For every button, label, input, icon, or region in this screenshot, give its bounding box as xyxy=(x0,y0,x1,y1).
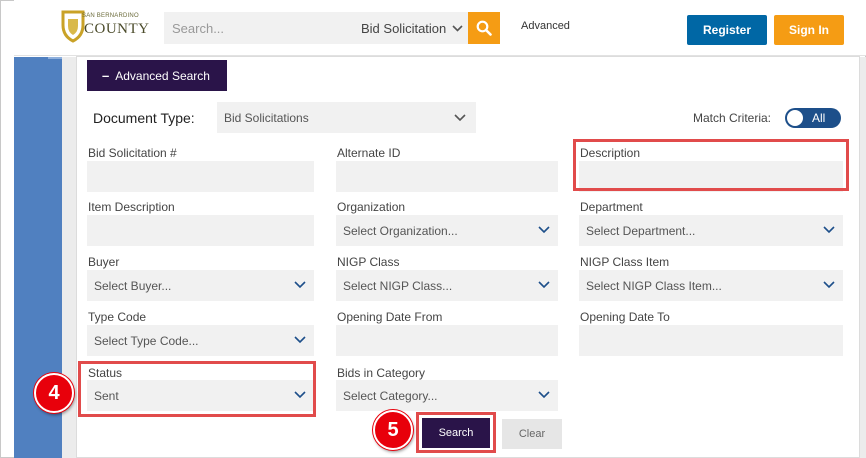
sign-in-button[interactable]: Sign In xyxy=(774,15,844,45)
chevron-down-icon xyxy=(538,226,550,234)
bids-in-category-label: Bids in Category xyxy=(337,366,426,380)
chevron-down-icon xyxy=(538,391,550,399)
organization-select[interactable]: Select Organization... xyxy=(336,215,558,246)
advanced-search-toggle[interactable]: – Advanced Search xyxy=(87,60,227,91)
search-type-select[interactable]: Bid Solicitation xyxy=(356,12,468,44)
minus-icon: – xyxy=(102,68,110,83)
match-criteria-toggle[interactable]: All xyxy=(785,108,841,128)
step-4-badge: 4 xyxy=(34,373,74,413)
nigp-class-label: NIGP Class xyxy=(337,255,400,269)
chevron-down-icon xyxy=(452,24,463,32)
search-icon xyxy=(476,20,492,36)
chevron-down-icon xyxy=(538,281,550,289)
document-type-value: Bid Solicitations xyxy=(224,110,309,125)
match-criteria-value: All xyxy=(812,111,826,125)
nigp-class-item-value: Select NIGP Class Item... xyxy=(586,278,722,293)
logo-big-text: COUNTY xyxy=(84,21,150,37)
opening-date-from-label: Opening Date From xyxy=(337,310,443,324)
search-type-value: Bid Solicitation xyxy=(361,20,447,36)
department-value: Select Department... xyxy=(586,223,696,238)
bids-in-category-value: Select Category... xyxy=(343,388,438,403)
document-type-select[interactable]: Bid Solicitations xyxy=(217,102,476,133)
buyer-value: Select Buyer... xyxy=(94,278,172,293)
nigp-class-value: Select NIGP Class... xyxy=(343,278,453,293)
clear-button[interactable]: Clear xyxy=(502,419,562,449)
chevron-down-icon xyxy=(454,114,466,122)
item-description-label: Item Description xyxy=(88,200,175,214)
description-highlight xyxy=(573,139,849,191)
search-input[interactable]: Search... xyxy=(164,12,368,44)
chevron-down-icon xyxy=(823,281,835,289)
opening-date-to-input[interactable] xyxy=(579,325,843,356)
type-code-select[interactable]: Select Type Code... xyxy=(87,325,314,356)
search-highlight xyxy=(416,412,496,453)
document-type-label: Document Type: xyxy=(93,110,195,126)
status-highlight xyxy=(78,361,316,417)
alternate-id-label: Alternate ID xyxy=(337,146,401,160)
bid-solicitation-input[interactable] xyxy=(87,161,314,192)
buyer-label: Buyer xyxy=(88,255,120,269)
chevron-down-icon xyxy=(823,226,835,234)
nigp-class-item-select[interactable]: Select NIGP Class Item... xyxy=(579,270,843,301)
buyer-select[interactable]: Select Buyer... xyxy=(87,270,314,301)
bids-in-category-select[interactable]: Select Category... xyxy=(336,380,558,411)
register-button[interactable]: Register xyxy=(687,15,767,45)
sidebar-notch xyxy=(48,57,62,59)
logo-small-text: SAN BERNARDINO xyxy=(82,13,139,19)
item-description-input[interactable] xyxy=(87,215,314,246)
step-5-badge: 5 xyxy=(373,410,413,450)
department-label: Department xyxy=(580,200,643,214)
chevron-down-icon xyxy=(294,336,306,344)
search-button[interactable] xyxy=(468,12,500,44)
department-select[interactable]: Select Department... xyxy=(579,215,843,246)
organization-value: Select Organization... xyxy=(343,223,458,238)
type-code-label: Type Code xyxy=(88,310,147,324)
toggle-knob xyxy=(787,110,803,126)
match-criteria-label: Match Criteria: xyxy=(693,111,772,125)
nigp-class-item-label: NIGP Class Item xyxy=(580,255,670,269)
type-code-value: Select Type Code... xyxy=(94,333,199,348)
bid-solicitation-label: Bid Solicitation # xyxy=(88,146,177,160)
alternate-id-input[interactable] xyxy=(336,161,558,192)
advanced-link[interactable]: Advanced xyxy=(521,20,570,32)
chevron-down-icon xyxy=(294,281,306,289)
advanced-search-label: Advanced Search xyxy=(115,68,210,83)
nigp-class-select[interactable]: Select NIGP Class... xyxy=(336,270,558,301)
county-logo[interactable]: SAN BERNARDINO COUNTY xyxy=(60,9,149,49)
opening-date-to-label: Opening Date To xyxy=(580,310,670,324)
organization-label: Organization xyxy=(337,200,406,214)
opening-date-from-input[interactable] xyxy=(336,325,558,356)
